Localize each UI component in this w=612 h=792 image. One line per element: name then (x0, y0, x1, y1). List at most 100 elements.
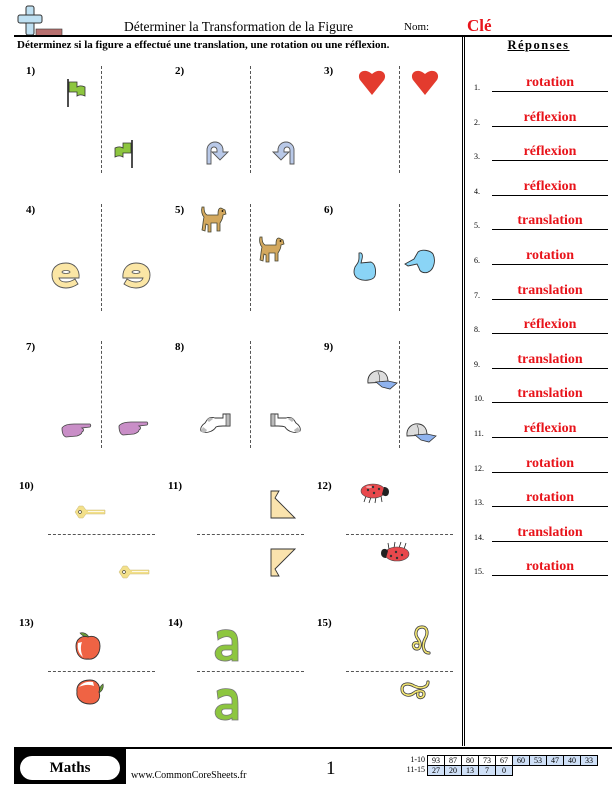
problem-label: 5) (175, 204, 185, 216)
apple-icon (75, 632, 101, 660)
answer-value[interactable]: translation (492, 283, 608, 299)
answer-row: 14. translation (470, 522, 608, 542)
answer-row: 5. translation (470, 210, 608, 231)
pointing-hand-icon (404, 249, 435, 274)
answer-value[interactable]: translation (492, 525, 608, 541)
answer-number: 11. (474, 429, 484, 438)
key-icon (74, 505, 106, 519)
answer-number: 14. (474, 532, 484, 542)
dog-icon (259, 236, 285, 263)
answer-value[interactable]: rotation (492, 456, 608, 472)
apple-icon (76, 679, 104, 705)
key-icon (118, 565, 150, 579)
leo-symbol-icon (400, 680, 430, 700)
answer-row: 7. translation (470, 280, 608, 300)
score-cell: 47 (546, 755, 564, 766)
thumbs-up-icon (353, 252, 376, 281)
answer-line (492, 437, 608, 438)
answer-row: 13. rotation (470, 487, 608, 508)
name-value: Clé (467, 16, 492, 35)
answer-value[interactable]: réflexion (492, 144, 608, 160)
subject-badge: Maths (20, 756, 120, 780)
problem-label: 3) (324, 65, 334, 77)
problem-label: 9) (324, 341, 334, 353)
answer-value[interactable]: rotation (492, 75, 608, 91)
heart-icon (411, 70, 439, 95)
website-link[interactable]: www.CommonCoreSheets.fr (131, 770, 246, 781)
problem-label: 14) (168, 617, 183, 629)
ladybug-icon (360, 483, 389, 504)
page-number: 1 (326, 758, 336, 779)
mirror-line (346, 671, 453, 672)
problem-label: 4) (26, 204, 36, 216)
mirror-line (399, 66, 400, 173)
heart-icon (358, 70, 386, 95)
answer-line (492, 125, 608, 127)
ladybug-icon (381, 541, 410, 562)
dog-icon (201, 206, 227, 233)
problem-label: 15) (317, 617, 332, 629)
answer-row: 8. réflexion (470, 314, 608, 335)
problem-label: 2) (175, 65, 185, 77)
answer-value[interactable]: rotation (492, 490, 608, 506)
answer-row: 1. rotation (470, 72, 608, 92)
pointing-hand-icon (61, 423, 92, 438)
problem-label: 6) (324, 204, 334, 216)
answer-row: 2. réflexion (470, 107, 608, 127)
answer-number: 3. (474, 152, 480, 162)
answer-line (492, 540, 608, 542)
score-cell: 40 (563, 755, 581, 766)
answer-number: 13. (474, 498, 484, 508)
answers-divider (462, 37, 465, 746)
score-cell: 13 (461, 765, 479, 776)
mirror-line (48, 671, 155, 672)
score-row: 11-15 27 20 13 7 0 (395, 765, 598, 776)
header-divider (14, 35, 612, 37)
answer-value[interactable]: translation (492, 386, 608, 402)
answer-value[interactable]: rotation (492, 559, 608, 575)
answer-row: 3. réflexion (470, 141, 608, 162)
answer-number: 7. (474, 290, 480, 300)
answer-number: 8. (474, 325, 480, 335)
sock-icon (270, 413, 301, 433)
problem-label: 8) (175, 341, 185, 353)
leo-symbol-icon (411, 625, 431, 655)
answer-value[interactable]: réflexion (492, 110, 608, 126)
answer-row: 12. rotation (470, 453, 608, 473)
answer-number: 2. (474, 117, 480, 127)
pointing-hand-icon (118, 421, 149, 436)
score-cell: 53 (529, 755, 547, 766)
mirror-line (101, 204, 102, 311)
flag-icon (114, 140, 133, 168)
score-cell: 20 (444, 765, 462, 776)
answer-value[interactable]: réflexion (492, 317, 608, 333)
answer-number: 9. (474, 359, 480, 369)
answer-value[interactable]: translation (492, 213, 608, 229)
score-cell: 33 (580, 755, 598, 766)
answer-line (492, 506, 608, 508)
score-cell: 0 (495, 765, 513, 776)
answer-row: 6. rotation (470, 245, 608, 265)
cap-icon (406, 423, 437, 443)
answer-line (492, 229, 608, 231)
answer-line (492, 575, 608, 577)
answer-value[interactable]: réflexion (492, 421, 608, 437)
answer-line (492, 264, 608, 265)
problem-label: 11) (168, 480, 183, 492)
answer-value[interactable]: translation (492, 352, 608, 368)
name-label: Nom: (404, 21, 430, 33)
letter-e-icon (51, 262, 80, 289)
score-table: 1-10 93 87 80 73 67 60 53 47 40 33 11-15 27 20 13 7 0 (395, 755, 598, 776)
answers-title: Réponses (507, 38, 570, 52)
answer-number: 12. (474, 463, 484, 473)
answer-line (492, 91, 608, 92)
notched-shape-icon (270, 548, 296, 577)
letter-a-icon (214, 688, 239, 721)
answer-value[interactable]: réflexion (492, 179, 608, 195)
answer-value[interactable]: rotation (492, 248, 608, 264)
cap-icon (367, 370, 398, 390)
mirror-line (101, 66, 102, 173)
score-cell: 27 (427, 765, 445, 776)
problem-label: 7) (26, 341, 36, 353)
answer-number: 5. (474, 221, 480, 231)
